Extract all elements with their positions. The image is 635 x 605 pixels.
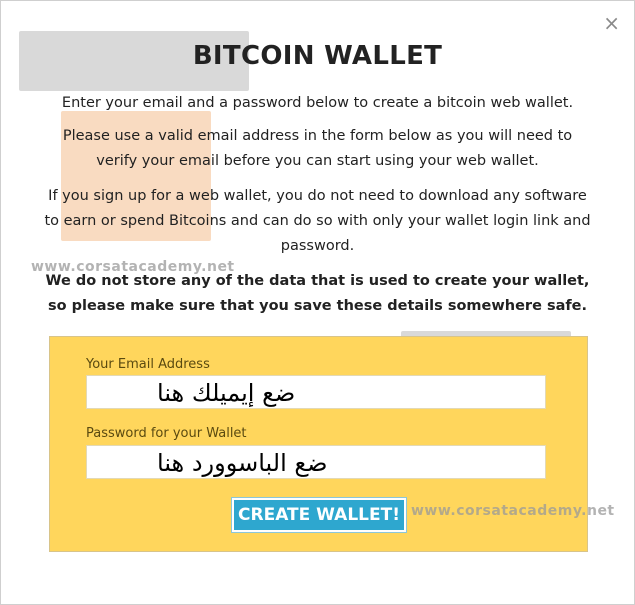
intro-text: Enter your email and a password below to… bbox=[61, 95, 574, 111]
modal-title: BITCOIN WALLET bbox=[192, 41, 443, 71]
watermark-url-2: www.corsatacademy.net bbox=[411, 503, 615, 519]
email-label: Your Email Address bbox=[86, 357, 210, 372]
close-icon[interactable]: × bbox=[603, 13, 620, 33]
wallet-form-panel: Your Email Address ضع إيميلك هنا Passwor… bbox=[49, 336, 588, 552]
password-label: Password for your Wallet bbox=[86, 426, 247, 441]
storage-warning: We do not store any of the data that is … bbox=[45, 273, 590, 314]
create-wallet-button[interactable]: CREATE WALLET! bbox=[232, 498, 406, 532]
password-field[interactable]: ضع الباسوورد هنا bbox=[86, 445, 546, 479]
no-download-note: If you sign up for a web wallet, you do … bbox=[44, 188, 591, 254]
verify-note: Please use a valid email address in the … bbox=[62, 128, 573, 169]
create-wallet-modal: × BITCOIN WALLET Enter your email and a … bbox=[0, 0, 635, 605]
email-field[interactable]: ضع إيميلك هنا bbox=[86, 375, 546, 409]
watermark-url: www.corsatacademy.net bbox=[31, 259, 235, 275]
